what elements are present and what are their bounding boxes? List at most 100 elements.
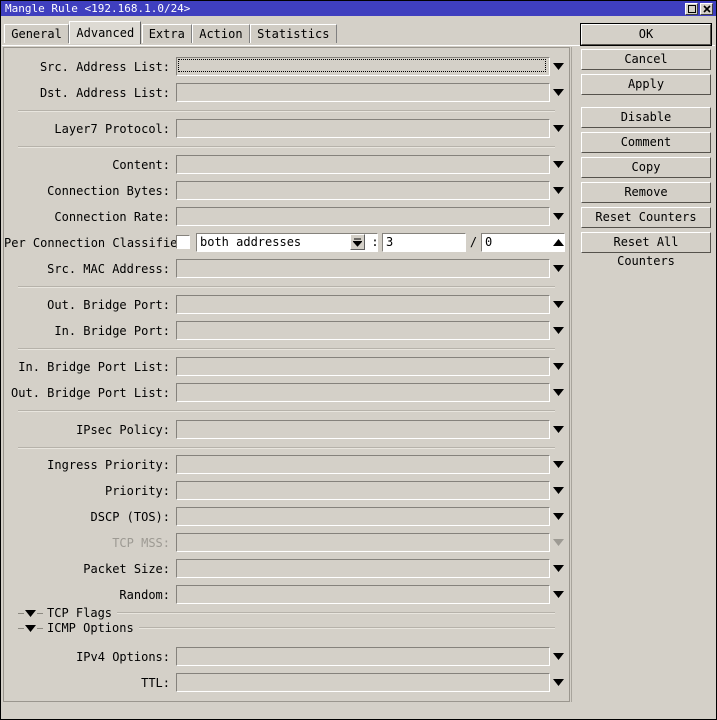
panel-divider [571,47,572,702]
label-dst-address-list: Dst. Address List: [39,86,170,100]
section-separator [18,146,555,148]
chevron-down-icon[interactable] [551,57,565,76]
input-src-mac-address-value [177,260,549,277]
input-out-bridge-port-list[interactable] [176,383,550,402]
chevron-down-icon[interactable] [551,673,565,692]
pcc-checkbox[interactable] [176,235,190,249]
input-ipv4-options[interactable] [176,647,550,666]
chevron-down-icon[interactable] [551,559,565,578]
input-out-bridge-port[interactable] [176,295,550,314]
input-connection-rate-value [177,208,549,225]
ok-button[interactable]: OK [580,23,712,46]
input-out-bridge-port-list-value [177,384,549,401]
input-packet-size[interactable] [176,559,550,578]
chevron-down-icon[interactable] [551,321,565,340]
reset-all-counters-button[interactable]: Reset All Counters [581,232,711,268]
tab-action[interactable]: Action [192,24,250,43]
chevron-down-icon[interactable] [551,647,565,666]
label-in-bridge-port: In. Bridge Port: [54,324,170,338]
chevron-down-icon[interactable] [551,481,565,500]
chevron-down-icon[interactable] [551,207,565,226]
chevron-down-icon[interactable] [551,585,565,604]
input-src-address-list[interactable] [176,57,550,76]
chevron-down-icon[interactable] [24,608,37,618]
pcc-slash-separator: / [469,235,478,249]
chevron-down-icon[interactable] [551,507,565,526]
group-header-icmp-options[interactable]: ICMP Options [18,621,555,635]
label-connection-rate: Connection Rate: [54,210,170,224]
input-in-bridge-port-value [177,322,549,339]
chevron-down-icon[interactable] [551,295,565,314]
cancel-button[interactable]: Cancel [581,49,711,70]
group-label: TCP Flags [47,606,113,620]
chevron-up-icon[interactable] [551,233,565,252]
input-in-bridge-port-list-value [177,358,549,375]
chevron-down-icon[interactable] [551,259,565,278]
comment-button[interactable]: Comment [581,132,711,153]
input-in-bridge-port-list[interactable] [176,357,550,376]
input-connection-rate[interactable] [176,207,550,226]
reset-counters-button[interactable]: Reset Counters [581,207,711,228]
tab-general[interactable]: General [4,24,70,43]
input-connection-bytes-value [177,182,549,199]
input-in-bridge-port[interactable] [176,321,550,340]
remove-button[interactable]: Remove [581,182,711,203]
title-bar[interactable]: Mangle Rule <192.168.1.0/24> [1,1,716,16]
copy-button[interactable]: Copy [581,157,711,178]
maximize-icon[interactable] [685,2,698,15]
pcc-mode-dropdown-button[interactable] [350,234,365,250]
label-ipsec-policy: IPsec Policy: [76,423,170,437]
label-ttl: TTL: [141,676,170,690]
group-header-tcp-flags[interactable]: TCP Flags [18,606,555,620]
advanced-form-panel: Src. Address List: Dst. Address List: Laye… [3,47,570,702]
chevron-down-icon[interactable] [551,420,565,439]
group-rule [138,627,555,629]
chevron-down-icon[interactable] [551,357,565,376]
chevron-down-icon[interactable] [551,83,565,102]
input-dscp-tos[interactable] [176,507,550,526]
label-out-bridge-port: Out. Bridge Port: [47,298,170,312]
section-separator [18,447,555,449]
input-content[interactable] [176,155,550,174]
label-src-mac-address: Src. MAC Address: [47,262,170,276]
chevron-down-icon[interactable] [551,181,565,200]
input-dst-address-list[interactable] [176,83,550,102]
input-ipsec-policy[interactable] [176,420,550,439]
close-icon[interactable] [700,2,713,15]
label-ipv4-options: IPv4 Options: [76,650,170,664]
tab-extra[interactable]: Extra [141,24,192,43]
label-content: Content: [112,158,170,172]
input-priority-value [177,482,549,499]
input-random[interactable] [176,585,550,604]
input-priority[interactable] [176,481,550,500]
input-src-mac-address[interactable] [176,259,550,278]
chevron-down-icon[interactable] [551,455,565,474]
label-src-address-list: Src. Address List: [39,60,170,74]
section-separator [18,348,555,350]
chevron-down-icon[interactable] [551,383,565,402]
tab-advanced[interactable]: Advanced [69,21,142,44]
label-layer7-protocol: Layer7 Protocol: [54,122,170,136]
pcc-denominator-input[interactable]: 3 [382,233,466,252]
input-connection-bytes[interactable] [176,181,550,200]
input-ingress-priority[interactable] [176,455,550,474]
input-ttl[interactable] [176,673,550,692]
section-separator [18,286,555,288]
apply-button[interactable]: Apply [581,74,711,95]
group-label: ICMP Options [47,621,134,635]
section-separator [18,410,555,412]
chevron-down-icon[interactable] [551,155,565,174]
label-connection-bytes: Connection Bytes: [47,184,170,198]
label-priority: Priority: [104,484,170,498]
button-panel: OK Cancel Apply Disable Comment Copy Remove Res… [580,23,712,268]
label-per-connection-classifier: Per Connection Classifier: [4,236,192,250]
tab-statistics[interactable]: Statistics [249,24,337,43]
pcc-colon-separator: : [371,235,379,249]
section-separator [18,110,555,112]
label-random: Random: [119,588,170,602]
disable-button[interactable]: Disable [581,107,711,128]
chevron-down-icon[interactable] [24,623,37,633]
input-ipv4-options-value [177,648,549,665]
input-layer7-protocol[interactable] [176,119,550,138]
chevron-down-icon[interactable] [551,119,565,138]
